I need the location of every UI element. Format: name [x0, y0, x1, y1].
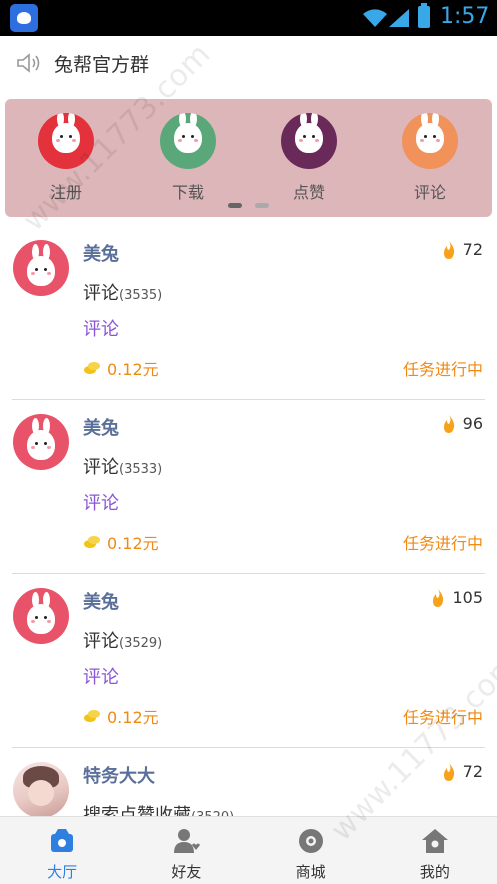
heat-count: 96: [462, 414, 483, 433]
download-bunny-icon: [160, 113, 216, 169]
task-count: (3533): [119, 462, 163, 477]
nav-shop[interactable]: 商城: [249, 817, 373, 884]
avatar[interactable]: [13, 240, 69, 296]
comment-bunny-icon: [402, 113, 458, 169]
page-indicator: [255, 203, 269, 208]
comment-action[interactable]: 评论: [385, 113, 475, 203]
download-label: 下载: [171, 183, 204, 202]
like-label: 点赞: [292, 183, 325, 202]
task-title: 评论(3529): [83, 627, 162, 653]
nav-me[interactable]: 我的: [373, 817, 497, 884]
task-item[interactable]: 美兔 105 评论(3529) 评论 0.12元 任务进行中: [0, 574, 497, 748]
reward-amount: 0.12元: [107, 360, 159, 379]
signal-icon: [389, 9, 409, 27]
shop-icon: [298, 829, 323, 853]
reward-amount: 0.12元: [107, 534, 159, 553]
flame-icon: [433, 588, 444, 607]
task-name: 评论: [83, 283, 119, 304]
flame-icon: [443, 240, 454, 259]
page-indicator-active: [228, 203, 242, 208]
heat-badge: 72: [443, 240, 483, 259]
coin-icon: [84, 710, 100, 722]
task-title: 评论(3535): [83, 279, 162, 305]
app-notification-icon: [10, 4, 38, 32]
status-bar: 1:57: [0, 0, 497, 36]
nav-friends-label: 好友: [171, 863, 202, 881]
avatar[interactable]: [13, 762, 69, 818]
bottom-nav: 大厅 好友 商城 我的: [0, 816, 497, 884]
task-status[interactable]: 任务进行中: [403, 530, 483, 554]
flame-icon: [443, 414, 454, 433]
task-item[interactable]: 美兔 96 评论(3533) 评论 0.12元 任务进行中: [0, 400, 497, 574]
nav-me-label: 我的: [419, 863, 450, 881]
register-label: 注册: [49, 183, 82, 202]
like-bunny-icon: [281, 113, 337, 169]
reward-amount: 0.12元: [107, 708, 159, 727]
status-time: 1:57: [440, 4, 490, 29]
announcement-bar[interactable]: 兔帮官方群: [0, 36, 497, 92]
task-status[interactable]: 任务进行中: [403, 704, 483, 728]
nav-hall-label: 大厅: [47, 863, 78, 881]
coin-icon: [84, 362, 100, 374]
comment-label: 评论: [413, 183, 446, 202]
task-status[interactable]: 任务进行中: [403, 356, 483, 380]
task-count: (3535): [119, 288, 163, 303]
coin-icon: [84, 536, 100, 548]
hall-icon: [51, 829, 74, 852]
task-name: 评论: [83, 457, 119, 478]
nav-shop-label: 商城: [295, 863, 326, 881]
task-title: 评论(3533): [83, 453, 162, 479]
heat-badge: 96: [443, 414, 483, 433]
username[interactable]: 美兔: [83, 240, 119, 266]
task-type-link[interactable]: 评论: [83, 315, 119, 341]
flame-icon: [443, 762, 454, 781]
reward: 0.12元: [83, 356, 159, 380]
task-name: 评论: [83, 631, 119, 652]
like-action[interactable]: 点赞: [264, 113, 354, 203]
wifi-icon: [363, 9, 387, 27]
download-action[interactable]: 下载: [143, 113, 233, 203]
heat-badge: 72: [443, 762, 483, 781]
heat-count: 72: [462, 240, 483, 259]
avatar[interactable]: [13, 414, 69, 470]
heat-badge: 105: [432, 588, 483, 607]
announcement-text: 兔帮官方群: [54, 54, 150, 76]
nav-hall[interactable]: 大厅: [0, 817, 124, 884]
username[interactable]: 特务大大: [83, 762, 155, 788]
task-type-link[interactable]: 评论: [83, 663, 119, 689]
task-item[interactable]: 美兔 72 评论(3535) 评论 0.12元 任务进行中: [0, 226, 497, 400]
home-icon: [421, 829, 448, 853]
speaker-icon: [17, 53, 40, 73]
avatar[interactable]: [13, 588, 69, 644]
reward: 0.12元: [83, 704, 159, 728]
friend-icon: [174, 829, 201, 853]
register-action[interactable]: 注册: [21, 113, 111, 203]
battery-icon: [418, 3, 430, 28]
username[interactable]: 美兔: [83, 414, 119, 440]
username[interactable]: 美兔: [83, 588, 119, 614]
register-bunny-icon: [38, 113, 94, 169]
nav-friends[interactable]: 好友: [124, 817, 248, 884]
reward: 0.12元: [83, 530, 159, 554]
heat-count: 72: [462, 762, 483, 781]
heat-count: 105: [452, 588, 483, 607]
task-count: (3529): [119, 636, 163, 651]
task-type-link[interactable]: 评论: [83, 489, 119, 515]
